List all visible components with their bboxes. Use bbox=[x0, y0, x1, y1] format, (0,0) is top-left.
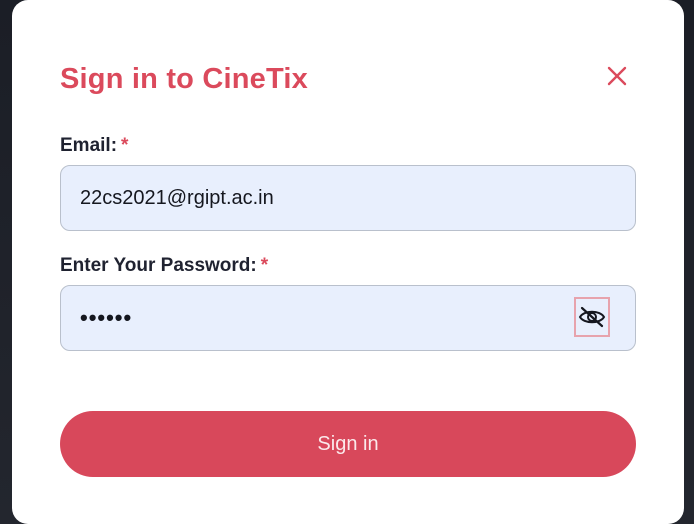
modal-title: Sign in to CineTix bbox=[60, 63, 308, 95]
password-value: •••••• bbox=[80, 305, 133, 330]
password-field[interactable]: •••••• bbox=[60, 285, 636, 351]
email-label-text: Email: bbox=[60, 135, 118, 156]
close-button[interactable] bbox=[605, 64, 629, 88]
email-label: Email: * bbox=[60, 134, 128, 158]
email-field[interactable]: 22cs2021@rgipt.ac.in bbox=[60, 165, 636, 231]
sign-in-button[interactable]: Sign in bbox=[60, 411, 636, 477]
signin-modal: Sign in to CineTix Email: * 22cs2021@rgip… bbox=[12, 0, 684, 524]
password-label: Enter Your Password: * bbox=[60, 254, 268, 278]
close-icon bbox=[607, 66, 627, 86]
password-label-text: Enter Your Password: bbox=[60, 255, 257, 276]
required-asterisk: * bbox=[121, 135, 129, 156]
password-visibility-toggle[interactable] bbox=[574, 297, 610, 337]
required-asterisk: * bbox=[260, 255, 269, 276]
email-value: 22cs2021@rgipt.ac.in bbox=[80, 186, 274, 209]
eye-slash-icon bbox=[578, 306, 606, 328]
